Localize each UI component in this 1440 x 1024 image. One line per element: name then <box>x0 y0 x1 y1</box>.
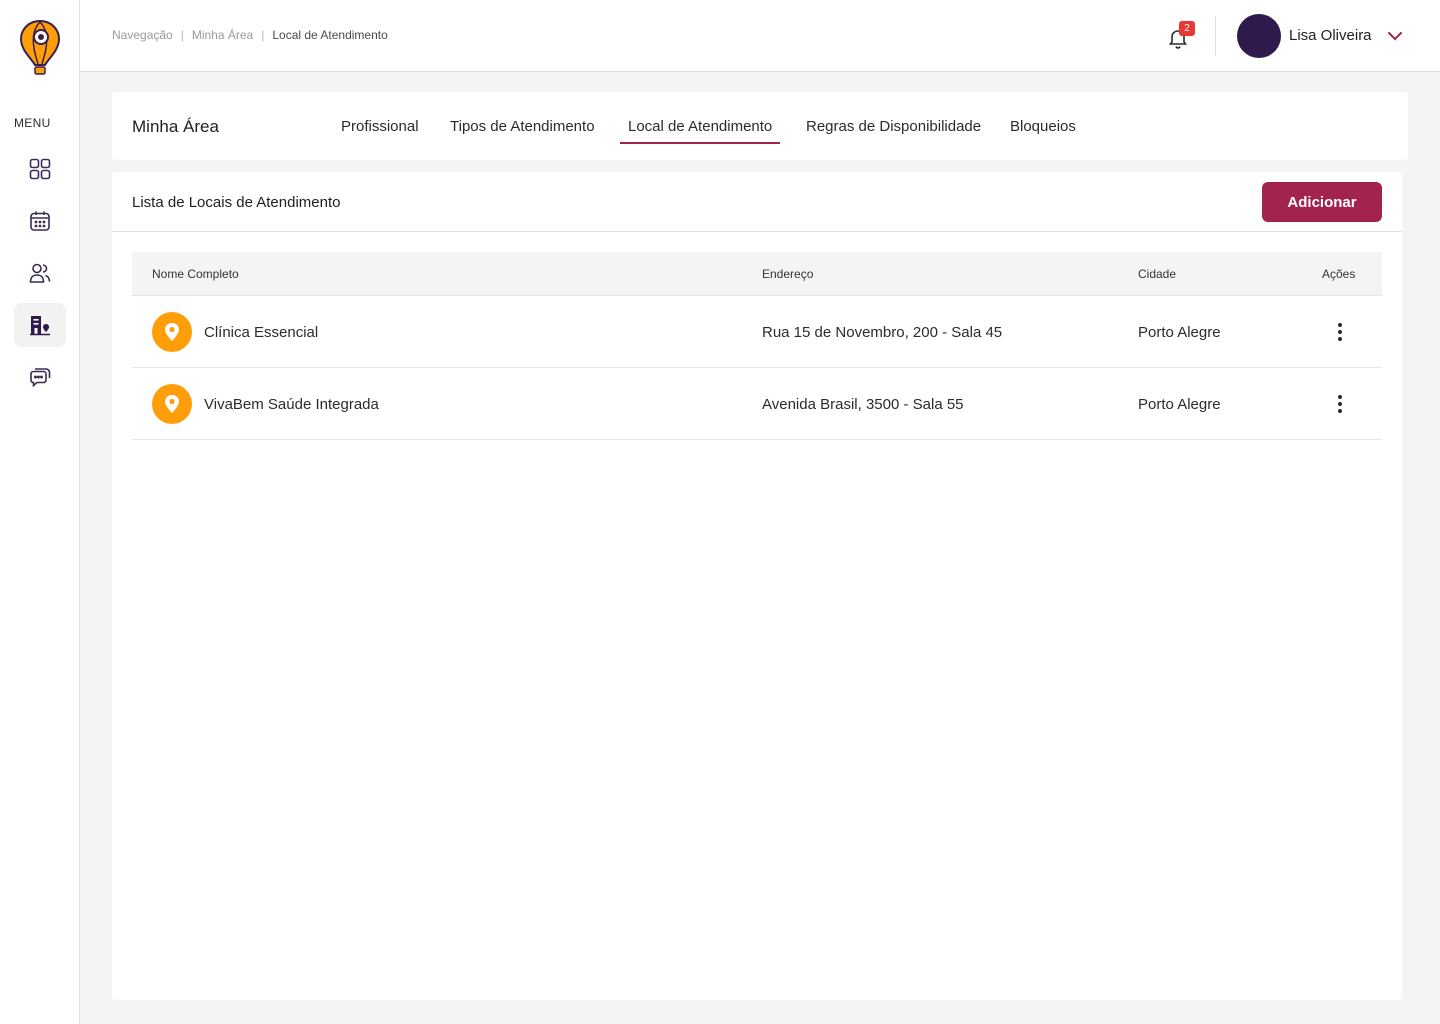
tab-local-de-atendimento[interactable]: Local de Atendimento <box>619 118 781 144</box>
users-icon <box>29 263 51 283</box>
location-name: Clínica Essencial <box>204 324 319 341</box>
location-city: Porto Alegre <box>1138 324 1221 341</box>
location-address: Avenida Brasil, 3500 - Sala 55 <box>762 396 964 413</box>
table-row[interactable]: Clínica Essencial Rua 15 de Novembro, 20… <box>132 296 1382 368</box>
column-header-address: Endereço <box>762 267 814 281</box>
nav-locations[interactable] <box>14 303 66 347</box>
header-divider <box>1215 16 1216 56</box>
more-actions-icon[interactable] <box>1330 318 1350 346</box>
notification-badge: 2 <box>1179 21 1195 36</box>
table-row[interactable]: VivaBem Saúde Integrada Avenida Brasil, … <box>132 368 1382 440</box>
sidebar: MENU <box>0 0 80 1024</box>
chevron-down-icon[interactable] <box>1386 28 1404 44</box>
more-actions-icon[interactable] <box>1330 390 1350 418</box>
breadcrumb-separator: | <box>180 28 184 42</box>
tab-profissional[interactable]: Profissional <box>341 118 419 135</box>
table-header: Nome Completo Endereço Cidade Ações <box>132 252 1382 296</box>
avatar[interactable] <box>1237 14 1281 58</box>
chat-icon <box>30 368 51 388</box>
location-pin-icon <box>152 384 192 424</box>
column-header-city: Cidade <box>1138 267 1177 281</box>
nav-calendar[interactable] <box>14 199 66 243</box>
location-address: Rua 15 de Novembro, 200 - Sala 45 <box>762 324 1003 341</box>
tab-bloqueios[interactable]: Bloqueios <box>1010 118 1076 135</box>
nav-users[interactable] <box>14 251 66 295</box>
add-button[interactable]: Adicionar <box>1262 182 1382 222</box>
user-name[interactable]: Lisa Oliveira <box>1289 27 1372 44</box>
column-header-actions: Ações <box>1322 267 1356 281</box>
breadcrumb: Navegação | Minha Área | Local de Atendi… <box>112 28 388 42</box>
tab-regras-de-disponibilidade[interactable]: Regras de Disponibilidade <box>806 118 981 135</box>
tab-tipos-de-atendimento[interactable]: Tipos de Atendimento <box>450 118 595 135</box>
dashboard-grid-icon <box>29 158 51 180</box>
breadcrumb-current: Local de Atendimento <box>272 28 388 42</box>
column-header-name: Nome Completo <box>152 267 239 281</box>
card-divider <box>112 231 1402 232</box>
location-name: VivaBem Saúde Integrada <box>204 396 379 413</box>
locations-table: Nome Completo Endereço Cidade Ações Clín… <box>132 252 1382 440</box>
tabs-card: Minha Área Profissional Tipos de Atendim… <box>112 92 1408 160</box>
locations-card: Lista de Locais de Atendimento Adicionar… <box>112 172 1402 1000</box>
breadcrumb-minha-area[interactable]: Minha Área <box>192 28 253 42</box>
menu-label: MENU <box>14 116 51 130</box>
nav-chat[interactable] <box>14 355 66 399</box>
calendar-icon <box>30 211 50 231</box>
top-header: Navegação | Minha Área | Local de Atendi… <box>80 0 1440 72</box>
location-pin-icon <box>152 312 192 352</box>
list-title: Lista de Locais de Atendimento <box>132 194 341 211</box>
location-city: Porto Alegre <box>1138 396 1221 413</box>
breadcrumb-separator: | <box>261 28 265 42</box>
page-title: Minha Área <box>132 117 219 136</box>
balloon-logo-icon[interactable] <box>18 18 62 76</box>
breadcrumb-navegacao[interactable]: Navegação <box>112 28 173 42</box>
nav-dashboard[interactable] <box>14 147 66 191</box>
building-location-icon <box>30 316 50 336</box>
